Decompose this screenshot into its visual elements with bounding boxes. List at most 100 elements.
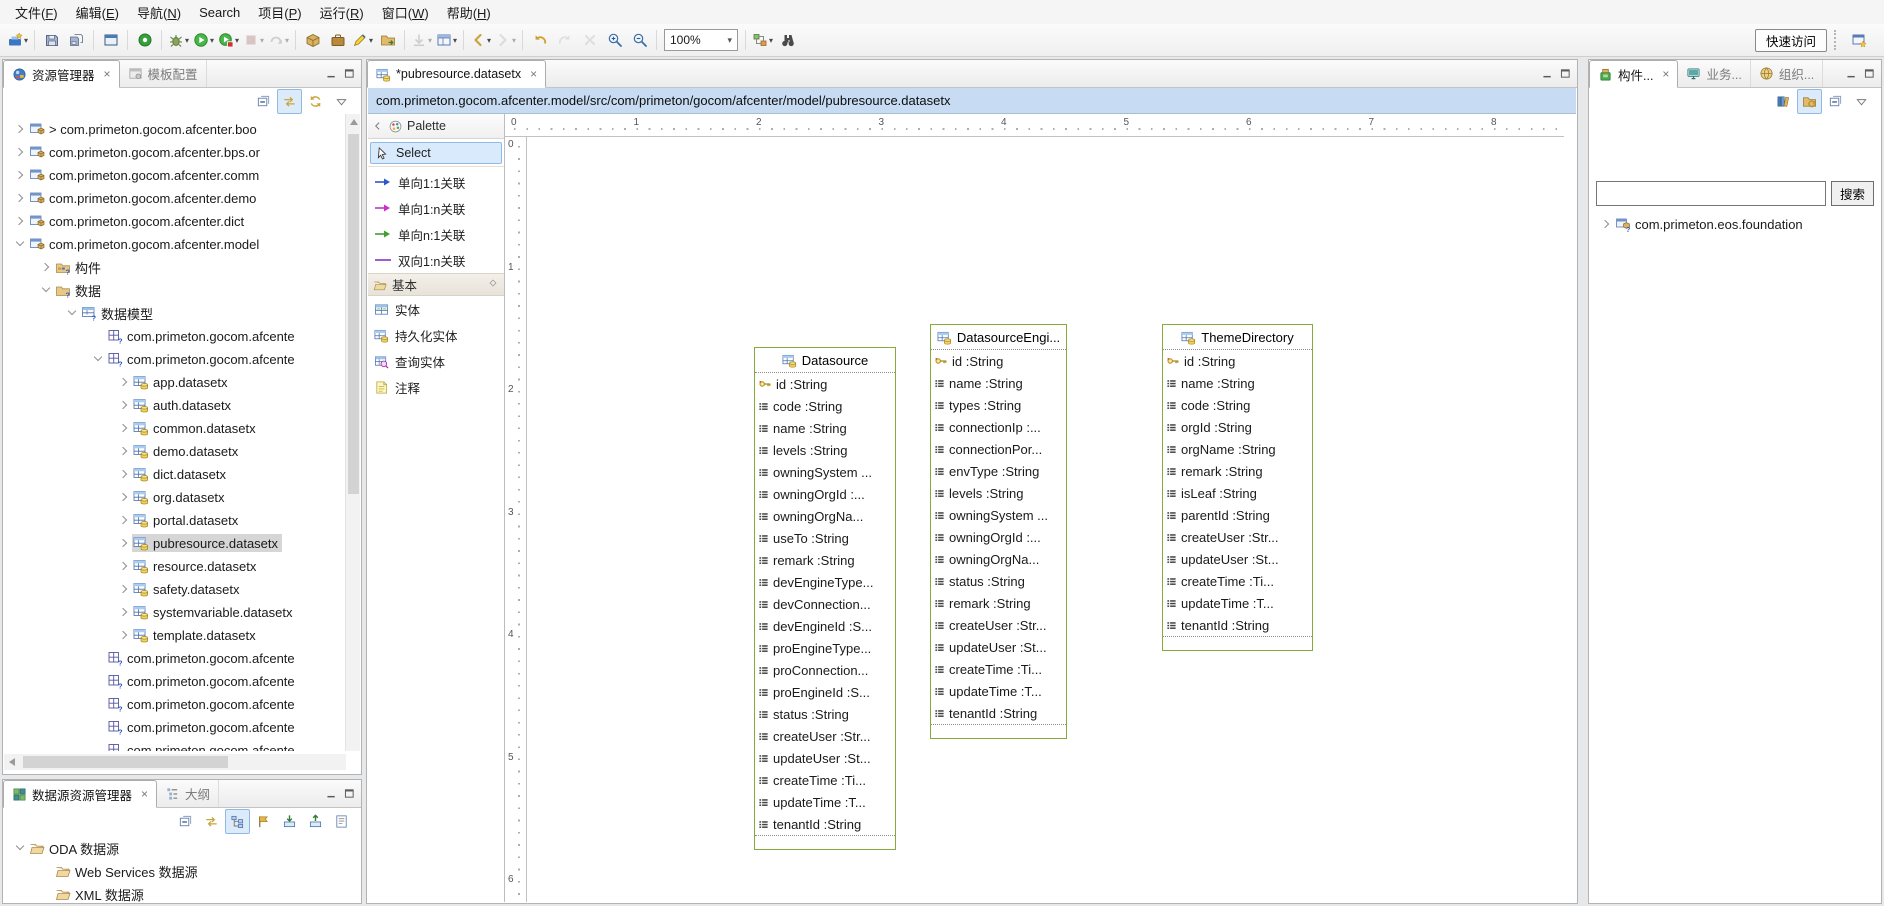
menu-item[interactable]: 运行(R) bbox=[311, 0, 373, 25]
entity-field[interactable]: createTime :Ti... bbox=[1163, 570, 1312, 592]
entity-datasource[interactable]: Datasourceid :Stringcode :Stringname :St… bbox=[754, 347, 896, 850]
project-tree-item[interactable]: ?构件 bbox=[4, 255, 346, 278]
open-perspective-button[interactable] bbox=[1846, 28, 1871, 53]
project-tree-item[interactable]: ?com.primeton.gocom.afcente bbox=[4, 646, 346, 669]
expand-icon[interactable] bbox=[116, 512, 132, 528]
scrollbar-thumb[interactable] bbox=[348, 134, 359, 494]
entity-field[interactable]: devConnection... bbox=[755, 593, 895, 615]
view-menu-button[interactable] bbox=[329, 89, 354, 114]
maximize-button[interactable] bbox=[1556, 65, 1574, 83]
project-tree-item[interactable]: systemvariable.datasetx bbox=[4, 600, 346, 623]
datasource-tree-item[interactable]: Web Services 数据源 bbox=[4, 859, 354, 882]
entity-field[interactable]: id :String bbox=[931, 350, 1066, 372]
entity-field[interactable]: owningOrgNa... bbox=[931, 548, 1066, 570]
palette-item-relation-1[interactable]: 单向1:1关联 bbox=[368, 169, 504, 195]
expand-icon[interactable] bbox=[12, 190, 28, 206]
entity-field[interactable]: createUser :Str... bbox=[931, 614, 1066, 636]
project-tree-item[interactable]: template.datasetx bbox=[4, 623, 346, 646]
entity-field[interactable]: code :String bbox=[1163, 394, 1312, 416]
entity-field[interactable]: proEngineId :S... bbox=[755, 681, 895, 703]
open-package-button[interactable] bbox=[300, 28, 325, 53]
search-button[interactable]: 搜索 bbox=[1831, 181, 1874, 206]
project-tree-hscrollbar[interactable] bbox=[4, 754, 346, 770]
quick-access-button[interactable]: 快速访问 bbox=[1755, 29, 1827, 52]
project-tree-item[interactable]: ?com.primeton.gocom.afcente bbox=[4, 347, 346, 370]
project-tree-item[interactable]: com.primeton.gocom.afcenter.demo bbox=[4, 186, 346, 209]
tab-template-config[interactable]: 模板配置 bbox=[120, 60, 207, 87]
entity-themedirectory[interactable]: ThemeDirectoryid :Stringname :Stringcode… bbox=[1162, 324, 1313, 651]
entity-field[interactable]: tenantId :String bbox=[1163, 614, 1312, 636]
minimize-button[interactable] bbox=[1538, 65, 1556, 83]
nav-back-button[interactable]: ▾ bbox=[468, 28, 493, 53]
entity-field[interactable]: updateTime :T... bbox=[755, 791, 895, 813]
briefcase-button[interactable] bbox=[325, 28, 350, 53]
layout-button[interactable]: ▾ bbox=[750, 28, 775, 53]
project-tree-item[interactable]: com.primeton.gocom.afcenter.comm bbox=[4, 163, 346, 186]
project-tree-item[interactable]: app.datasetx bbox=[4, 370, 346, 393]
entity-field[interactable]: levels :String bbox=[755, 439, 895, 461]
debug-button[interactable]: ▾ bbox=[166, 28, 191, 53]
view-menu-button[interactable] bbox=[1849, 89, 1874, 114]
expand-icon[interactable] bbox=[116, 604, 132, 620]
entity-field[interactable]: id :String bbox=[755, 373, 895, 395]
entity-datasourceengi[interactable]: DatasourceEngi...id :Stringname :Stringt… bbox=[930, 324, 1067, 739]
entity-field[interactable]: connectionIp :... bbox=[931, 416, 1066, 438]
project-tree-item[interactable]: com.primeton.gocom.afcenter.model bbox=[4, 232, 346, 255]
collapse-icon[interactable] bbox=[12, 840, 28, 856]
expand-icon[interactable] bbox=[116, 558, 132, 574]
menu-item[interactable]: 帮助(H) bbox=[438, 0, 500, 25]
project-tree-item[interactable]: pubresource.datasetx bbox=[4, 531, 346, 554]
link-editor-button[interactable] bbox=[277, 89, 302, 114]
close-icon[interactable]: × bbox=[530, 68, 537, 80]
highlighter-button[interactable]: ▾ bbox=[350, 28, 375, 53]
project-tree-item[interactable]: ?数据 bbox=[4, 278, 346, 301]
entity-field[interactable]: updateTime :T... bbox=[1163, 592, 1312, 614]
collapse-icon[interactable] bbox=[12, 236, 28, 252]
close-icon[interactable]: × bbox=[1662, 68, 1669, 80]
minimize-button[interactable] bbox=[1842, 65, 1860, 83]
expand-icon[interactable] bbox=[38, 259, 54, 275]
expand-icon[interactable] bbox=[12, 144, 28, 160]
table-window-button[interactable]: ▾ bbox=[434, 28, 459, 53]
palette-item-relation-2[interactable]: 单向1:n关联 bbox=[368, 195, 504, 221]
component-search-input[interactable] bbox=[1596, 181, 1826, 206]
entity-field[interactable]: owningOrgId :... bbox=[931, 526, 1066, 548]
import-button[interactable] bbox=[277, 809, 302, 834]
entity-field[interactable]: remark :String bbox=[931, 592, 1066, 614]
entity-field[interactable]: levels :String bbox=[931, 482, 1066, 504]
diagram-canvas[interactable]: Datasourceid :Stringcode :Stringname :St… bbox=[528, 137, 1564, 902]
entity-field[interactable]: createUser :Str... bbox=[755, 725, 895, 747]
palette-item-persistent-entity[interactable]: 持久化实体 bbox=[368, 322, 504, 348]
entity-title[interactable]: Datasource bbox=[755, 348, 895, 373]
project-tree-item[interactable]: auth.datasetx bbox=[4, 393, 346, 416]
menu-item[interactable]: 窗口(W) bbox=[373, 0, 438, 25]
folder-refresh-button[interactable] bbox=[1797, 89, 1822, 114]
expand-icon[interactable] bbox=[12, 213, 28, 229]
maximize-button[interactable] bbox=[340, 785, 358, 803]
palette-item-query-entity[interactable]: 查询实体 bbox=[368, 348, 504, 374]
entity-field[interactable]: parentId :String bbox=[1163, 504, 1312, 526]
expand-icon[interactable] bbox=[116, 535, 132, 551]
project-tree-item[interactable]: common.datasetx bbox=[4, 416, 346, 439]
entity-field[interactable]: name :String bbox=[755, 417, 895, 439]
entity-field[interactable]: proConnection... bbox=[755, 659, 895, 681]
report-button[interactable] bbox=[329, 809, 354, 834]
tab-component-library[interactable]: 构件...× bbox=[1589, 60, 1678, 88]
entity-field[interactable]: remark :String bbox=[755, 549, 895, 571]
binoculars-button[interactable] bbox=[775, 28, 800, 53]
entity-field[interactable]: types :String bbox=[931, 394, 1066, 416]
expand-icon[interactable] bbox=[12, 121, 28, 137]
scroll-left-icon[interactable] bbox=[9, 758, 15, 766]
maximize-button[interactable] bbox=[340, 65, 358, 83]
palette-item-entity[interactable]: 实体 bbox=[368, 296, 504, 322]
entity-field[interactable]: remark :String bbox=[1163, 460, 1312, 482]
entity-field[interactable]: devEngineId :S... bbox=[755, 615, 895, 637]
new-wizard-button[interactable]: ▾ bbox=[5, 28, 30, 53]
scrollbar-thumb[interactable] bbox=[23, 756, 228, 768]
expand-icon[interactable] bbox=[116, 420, 132, 436]
palette-item-relation-4[interactable]: 双向1:n关联 bbox=[368, 247, 504, 273]
project-tree-item[interactable]: org.datasetx bbox=[4, 485, 346, 508]
project-tree-item[interactable]: safety.datasetx bbox=[4, 577, 346, 600]
expand-icon[interactable] bbox=[116, 397, 132, 413]
library-button[interactable] bbox=[1771, 89, 1796, 114]
